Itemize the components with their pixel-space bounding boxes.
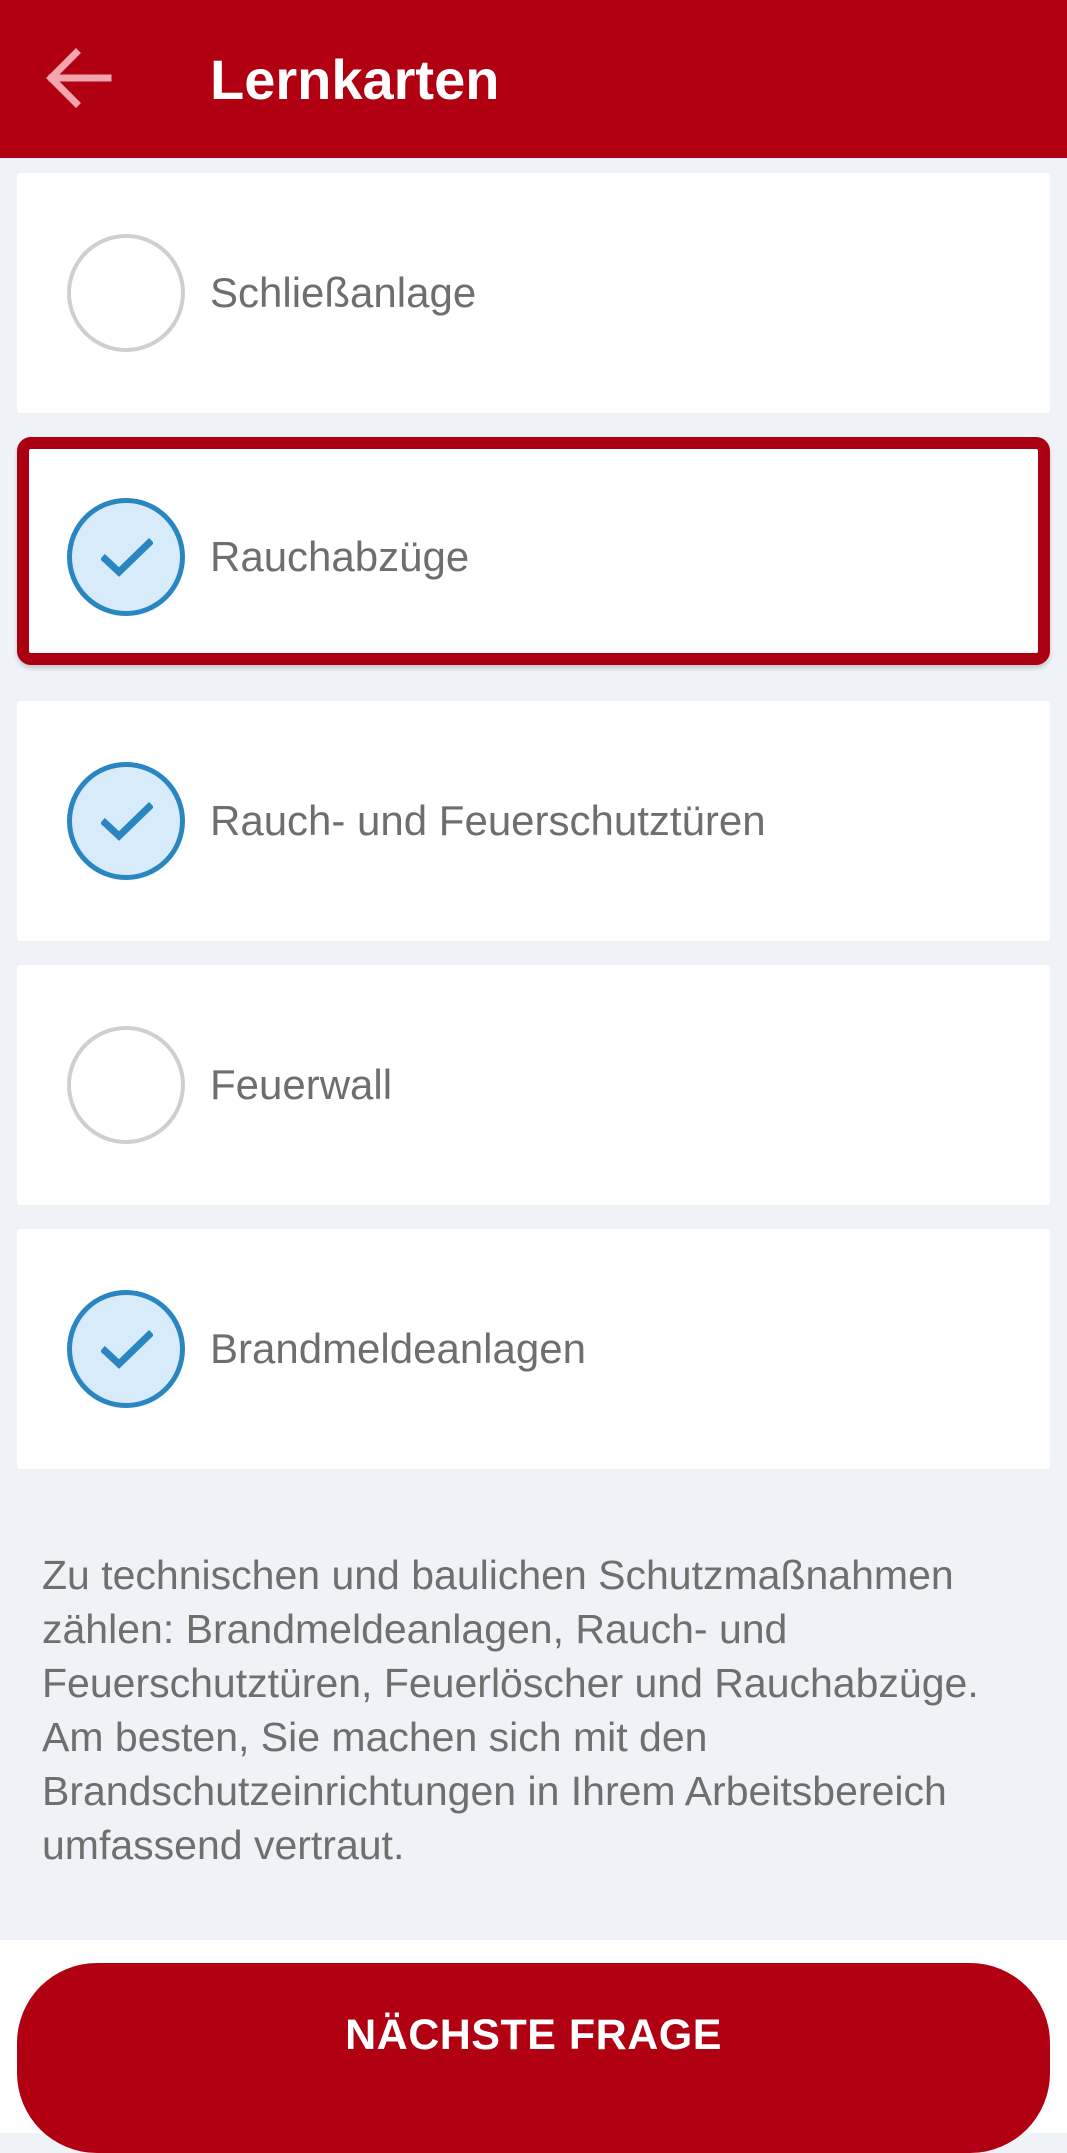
page-title: Lernkarten — [210, 47, 500, 111]
answer-option-feuerwall[interactable]: Feuerwall — [17, 965, 1050, 1205]
app-bar: Lernkarten — [0, 0, 1067, 158]
checkbox-checked[interactable] — [67, 1290, 185, 1408]
checkbox-unchecked[interactable] — [67, 234, 185, 352]
answer-option-schliessanlage[interactable]: Schließanlage — [17, 173, 1050, 413]
answer-option-rauch-und-feuerschutztueren[interactable]: Rauch- und Feuerschutztüren — [17, 701, 1050, 941]
answer-option-label: Rauchabzüge — [210, 533, 470, 580]
answer-option-label: Brandmeldeanlagen — [210, 1325, 586, 1372]
next-question-label: NÄCHSTE FRAGE — [345, 2011, 722, 2059]
checkbox-unchecked[interactable] — [67, 1026, 185, 1144]
back-button[interactable] — [36, 36, 120, 120]
arrow-left-icon — [46, 48, 112, 108]
explanation-text: Zu technischen und baulichen Schutzmaßna… — [42, 1552, 979, 1868]
check-icon — [101, 538, 153, 577]
answer-option-label: Schließanlage — [210, 269, 477, 316]
answer-option-rauchabzuege[interactable]: Rauchabzüge — [17, 437, 1050, 665]
checkbox-checked[interactable] — [67, 498, 185, 616]
check-icon — [101, 802, 153, 841]
next-question-button[interactable]: NÄCHSTE FRAGE — [17, 1963, 1050, 2153]
answer-option-label: Feuerwall — [210, 1061, 393, 1108]
answer-option-brandmeldeanlagen[interactable]: Brandmeldeanlagen — [17, 1229, 1050, 1469]
check-icon — [101, 1330, 153, 1369]
checkbox-checked[interactable] — [67, 762, 185, 880]
answer-option-label: Rauch- und Feuerschutztüren — [210, 797, 766, 844]
